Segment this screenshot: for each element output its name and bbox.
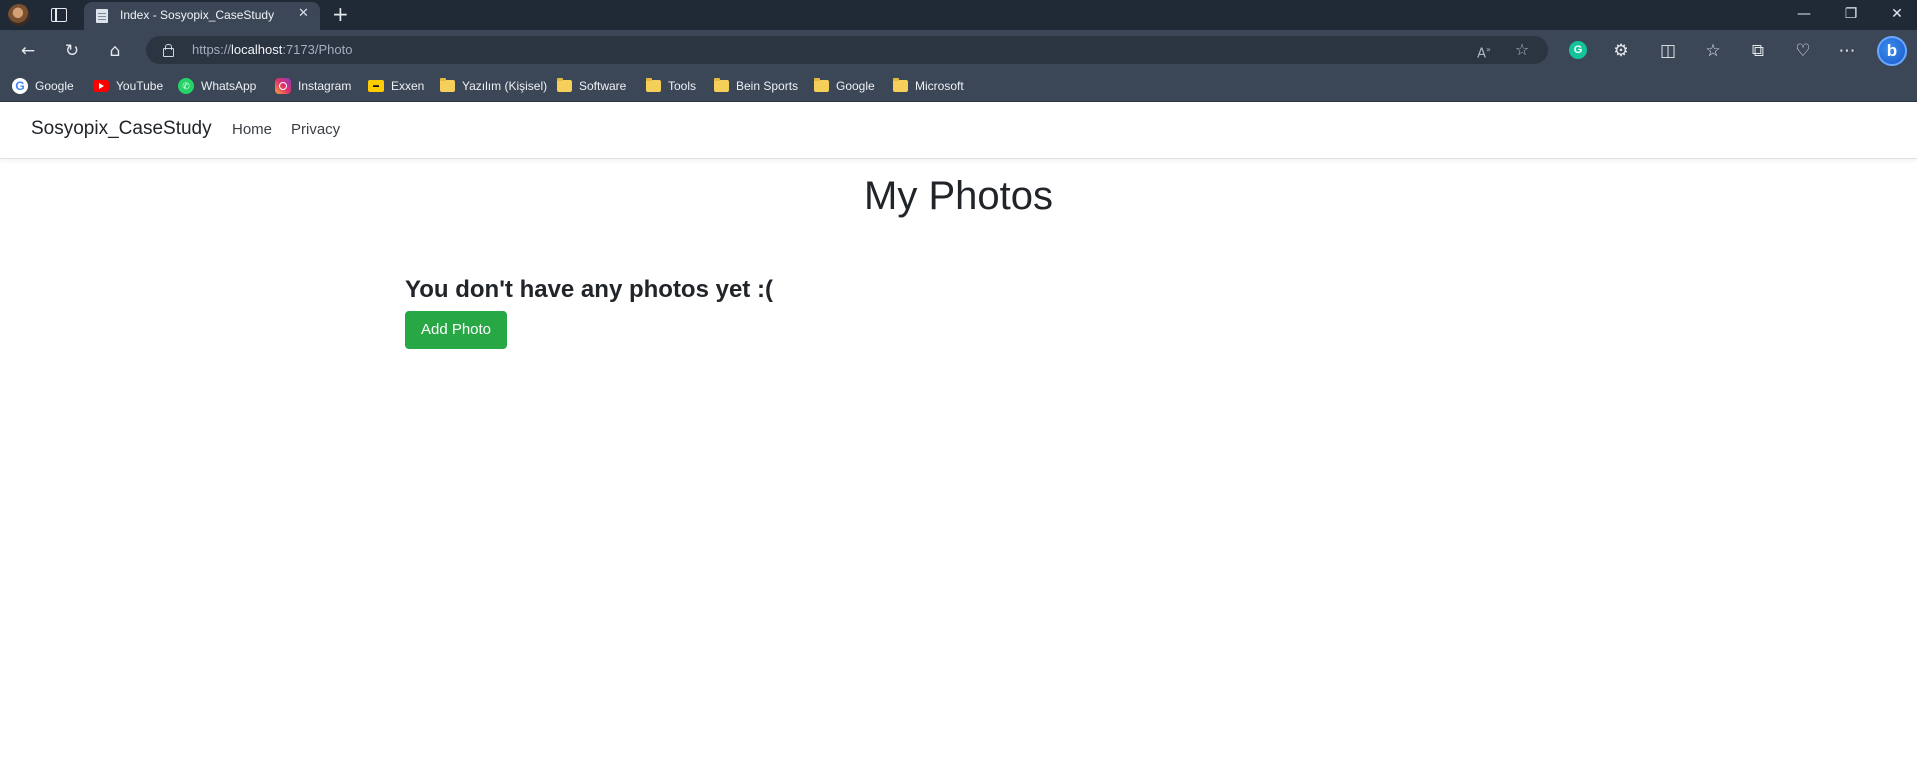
bookmark-google[interactable]: G Google [12,76,74,96]
whatsapp-icon: ✆ [178,78,194,94]
browser-tab-strip: Index - Sosyopix_CaseStudy ✕ + — ❐ ✕ [0,0,1917,30]
bookmark-label: Yazılım (Kişisel) [462,79,548,93]
youtube-icon [93,80,109,92]
bookmark-label: Bein Sports [736,79,799,93]
exxen-icon: ▬ [368,80,384,92]
profile-avatar[interactable] [8,4,30,26]
home-icon[interactable]: ⌂ [103,39,127,63]
refresh-icon[interactable]: ↻ [60,39,84,63]
bookmark-folder-bein-sports[interactable]: Bein Sports [714,76,798,96]
folder-icon [714,78,729,92]
bookmark-label: Software [579,79,627,93]
add-photo-button[interactable]: Add Photo [405,311,507,349]
bookmark-label: Tools [668,79,697,93]
restore-button[interactable]: ❐ [1831,3,1871,25]
bookmark-whatsapp[interactable]: ✆ WhatsApp [178,76,256,96]
collections-icon[interactable]: ⧉ [1746,39,1770,63]
site-navbar: Sosyopix_CaseStudy Home Privacy [0,102,1917,159]
tab-actions-icon[interactable] [50,6,68,24]
tab-close-icon[interactable]: ✕ [298,6,309,21]
nav-link-home[interactable]: Home [232,121,272,138]
bookmark-label: WhatsApp [201,79,257,93]
page-favicon-icon [96,9,108,23]
bookmark-folder-google[interactable]: Google [814,76,875,96]
bookmark-label: Exxen [391,79,425,93]
bookmark-instagram[interactable]: Instagram [275,76,351,96]
nav-link-privacy[interactable]: Privacy [291,121,340,138]
bookmark-label: Microsoft [915,79,964,93]
bookmark-folder-software[interactable]: Software [557,76,626,96]
bookmark-label: Google [35,79,74,93]
extensions-icon[interactable]: ⚙ [1609,39,1633,63]
close-window-button[interactable]: ✕ [1877,3,1917,25]
tab-title: Index - Sosyopix_CaseStudy [120,8,275,22]
minimize-button[interactable]: — [1784,3,1824,25]
read-aloud-icon[interactable]: A» [1472,38,1496,62]
grammarly-extension-icon[interactable]: G [1569,41,1587,59]
page-viewport: Sosyopix_CaseStudy Home Privacy My Photo… [0,102,1917,769]
bookmark-label: Instagram [298,79,352,93]
bookmarks-bar: G Google YouTube ✆ WhatsApp Instagram ▬ … [0,70,1917,102]
favorite-star-icon[interactable]: ☆ [1510,38,1534,62]
empty-state-message: You don't have any photos yet :( [405,276,773,303]
bookmark-label: YouTube [116,79,164,93]
browser-tab-active[interactable]: Index - Sosyopix_CaseStudy ✕ [84,2,320,30]
bookmark-youtube[interactable]: YouTube [93,76,163,96]
google-icon: G [12,78,28,94]
favorites-icon[interactable]: ☆ [1701,39,1725,63]
bookmark-folder-yazilim[interactable]: Yazılım (Kişisel) [440,76,547,96]
url-text[interactable]: https://localhost:7173/Photo [192,42,352,57]
bookmark-folder-microsoft[interactable]: Microsoft [893,76,964,96]
new-tab-icon[interactable]: + [332,3,349,25]
more-options-icon[interactable]: ⋯ [1835,39,1859,63]
address-bar[interactable]: https://localhost:7173/Photo A» ☆ [146,36,1548,64]
split-screen-icon[interactable]: ◫ [1656,39,1680,63]
browser-essentials-icon[interactable]: ♡ [1791,39,1815,63]
folder-icon [646,78,661,92]
folder-icon [814,78,829,92]
page-title: My Photos [864,174,1053,218]
bookmark-label: Google [836,79,875,93]
back-icon[interactable]: ← [16,39,40,63]
lock-icon[interactable] [162,44,174,57]
bookmark-exxen[interactable]: ▬ Exxen [368,76,424,96]
site-brand-link[interactable]: Sosyopix_CaseStudy [31,118,212,140]
bookmark-folder-tools[interactable]: Tools [646,76,696,96]
folder-icon [440,78,455,92]
bing-copilot-icon[interactable]: b [1877,36,1907,66]
folder-icon [893,78,908,92]
instagram-icon [275,78,291,94]
folder-icon [557,78,572,92]
browser-toolbar: ← ↻ ⌂ https://localhost:7173/Photo A» ☆ … [0,30,1917,70]
